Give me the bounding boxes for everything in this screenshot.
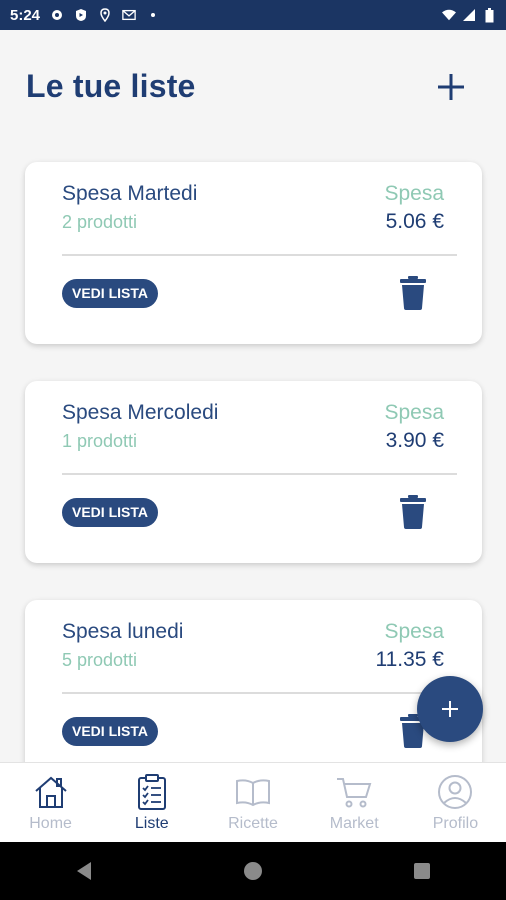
trash-icon <box>400 495 426 529</box>
circle-home-icon <box>243 862 262 880</box>
bottom-nav: Home Liste Ricette Market Profilo <box>0 762 506 842</box>
shield-icon <box>74 8 88 22</box>
nav-item-ricette[interactable]: Ricette <box>202 763 303 842</box>
lists-container: Spesa Martedi 2 prodotti Spesa 5.06 € VE… <box>0 142 506 762</box>
book-icon <box>236 779 270 807</box>
nav-label: Ricette <box>228 815 278 832</box>
list-product-count: 2 prodotti <box>62 212 138 232</box>
list-product-count: 1 prodotti <box>62 431 138 451</box>
nav-label: Liste <box>134 815 169 832</box>
system-nav-bar <box>0 842 506 900</box>
list-card[interactable]: Spesa Martedi 2 prodotti Spesa 5.06 € VE… <box>25 162 482 344</box>
list-name: Spesa lunedi <box>62 620 184 643</box>
profile-icon <box>438 775 473 809</box>
location-icon <box>98 8 112 22</box>
page-title: Le tue liste <box>26 68 196 104</box>
view-list-button[interactable]: VEDI LISTA <box>62 498 158 527</box>
list-card[interactable]: Spesa lunedi 5 prodotti Spesa 11.35 € VE… <box>25 600 482 762</box>
list-name: Spesa Martedi <box>62 182 198 205</box>
list-name: Spesa Mercoledi <box>62 401 219 424</box>
list-category: Spesa <box>384 401 444 424</box>
wifi-icon <box>442 8 456 22</box>
nav-label: Profilo <box>432 815 479 832</box>
card-divider <box>62 692 457 694</box>
status-time: 5:24 <box>10 6 41 24</box>
nav-label: Market <box>329 815 379 832</box>
delete-list-button[interactable] <box>397 493 429 531</box>
header: Le tue liste <box>0 30 506 142</box>
card-divider <box>62 473 457 475</box>
clipboard-icon <box>137 774 166 810</box>
delete-list-button[interactable] <box>397 274 429 312</box>
trash-icon <box>400 276 426 310</box>
status-bar: 5:24 <box>0 0 506 30</box>
gmail-icon <box>122 8 136 22</box>
list-card[interactable]: Spesa Mercoledi 1 prodotti Spesa 3.90 € … <box>25 381 482 563</box>
nav-item-home[interactable]: Home <box>0 763 101 842</box>
back-icon <box>77 862 92 880</box>
list-category: Spesa <box>384 620 444 643</box>
plus-icon <box>442 701 458 717</box>
add-list-button[interactable] <box>432 68 470 106</box>
add-fab-button[interactable] <box>417 676 483 742</box>
dot-icon <box>146 8 160 22</box>
view-list-button[interactable]: VEDI LISTA <box>62 717 158 746</box>
gear-icon <box>50 8 64 22</box>
signal-icon <box>462 8 476 22</box>
home-button[interactable] <box>233 851 273 891</box>
list-category: Spesa <box>384 182 444 205</box>
nav-item-profilo[interactable]: Profilo <box>405 763 506 842</box>
battery-icon <box>482 7 496 22</box>
card-divider <box>62 254 457 256</box>
list-total: 5.06 € <box>385 210 444 233</box>
list-total: 3.90 € <box>385 429 444 452</box>
home-icon <box>34 776 67 808</box>
cart-icon <box>337 778 372 808</box>
list-product-count: 5 prodotti <box>62 650 138 670</box>
nav-item-market[interactable]: Market <box>304 763 405 842</box>
view-list-button[interactable]: VEDI LISTA <box>62 279 158 308</box>
nav-label: Home <box>29 815 72 832</box>
recents-icon <box>413 863 430 879</box>
plus-icon <box>438 74 464 100</box>
list-total: 11.35 € <box>375 648 444 671</box>
recents-button[interactable] <box>402 851 442 891</box>
nav-item-liste[interactable]: Liste <box>101 763 202 842</box>
back-button[interactable] <box>64 851 104 891</box>
